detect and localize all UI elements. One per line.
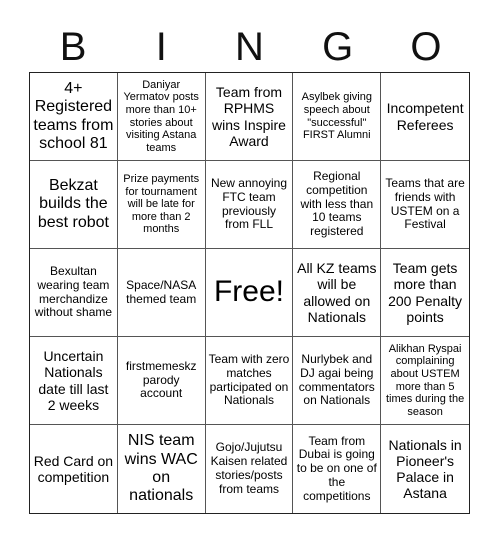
bingo-cell[interactable]: Team from Dubai is going to be on one of…: [293, 425, 382, 513]
bingo-cell[interactable]: Gojo/Jujutsu Kaisen related stories/post…: [206, 425, 294, 513]
bingo-cell[interactable]: Team with zero matches participated on N…: [205, 337, 294, 425]
bingo-cell[interactable]: Regional competition with less than 10 t…: [293, 161, 382, 249]
bingo-cell[interactable]: Prize payments for tournament will be la…: [117, 161, 206, 249]
header-letter-n: N: [235, 25, 264, 69]
bingo-cell[interactable]: Teams that are friends with USTEM on a F…: [381, 161, 469, 249]
bingo-cell[interactable]: Bexultan wearing team merchandize withou…: [30, 249, 118, 337]
header-letter-b: B: [59, 25, 87, 69]
free-space-cell[interactable]: Free!: [205, 249, 294, 337]
bingo-cell[interactable]: All KZ teams will be allowed on National…: [293, 249, 382, 337]
bingo-cell[interactable]: Red Card on competition: [30, 425, 118, 513]
bingo-cell[interactable]: Alikhan Ryspai complaining about USTEM m…: [381, 337, 469, 425]
bingo-cell[interactable]: firstmemeskz parody account: [117, 337, 206, 425]
bingo-cell[interactable]: Bekzat builds the best robot: [30, 161, 118, 249]
bingo-grid: 4+ Registered teams from school 81 Daniy…: [29, 72, 470, 514]
bingo-cell[interactable]: Uncertain Nationals date till last 2 wee…: [30, 337, 118, 425]
bingo-cell[interactable]: Incompetent Referees: [381, 73, 469, 161]
bingo-cell[interactable]: Daniyar Yermatov posts more than 10+ sto…: [117, 73, 206, 161]
bingo-cell[interactable]: NIS team wins WAC on nationals: [118, 425, 206, 513]
header-letter-o: O: [410, 25, 442, 69]
bingo-cell[interactable]: Asylbek giving speech about "successful"…: [293, 73, 382, 161]
bingo-cell[interactable]: Nurlybek and DJ agai being commentators …: [293, 337, 382, 425]
bingo-header: B I N G O: [29, 22, 470, 72]
header-letter-g: G: [322, 25, 354, 69]
bingo-cell[interactable]: Nationals in Pioneer's Palace in Astana: [381, 425, 469, 513]
bingo-cell[interactable]: 4+ Registered teams from school 81: [30, 73, 118, 161]
bingo-cell[interactable]: New annoying FTC team previously from FL…: [205, 161, 294, 249]
header-letter-i: I: [155, 25, 167, 69]
bingo-cell[interactable]: Team from RPHMS wins Inspire Award: [205, 73, 294, 161]
bingo-cell[interactable]: Team gets more than 200 Penalty points: [381, 249, 469, 337]
bingo-cell[interactable]: Space/NASA themed team: [117, 249, 206, 337]
